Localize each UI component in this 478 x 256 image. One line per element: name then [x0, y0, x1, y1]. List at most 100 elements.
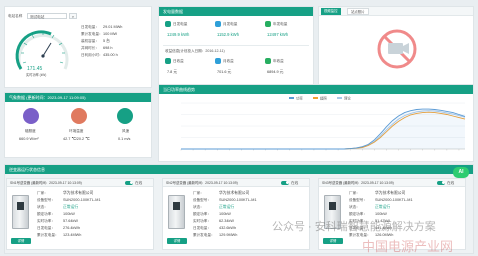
stat-label: 累计发电量： — [81, 32, 103, 36]
device-field-value: 华为技术有限公司 — [375, 191, 406, 195]
inverter-image — [12, 195, 29, 229]
divider — [163, 45, 309, 46]
status-toggle[interactable] — [281, 180, 289, 185]
device-field-label: 厂家： — [37, 191, 48, 195]
device-field-label: 实时功率： — [193, 219, 211, 223]
tab-photos[interactable]: 站点照片 — [347, 8, 369, 15]
device-card: SN2号逆变器 (最新时间：2023-09-17 10:13:09) 在线厂家： 华… — [162, 178, 310, 250]
device-field-value: SUN2000-100KTL-M1 — [63, 198, 101, 202]
wind-icon — [117, 108, 133, 124]
device-card: SN1号逆变器 (最新时间：2023-09-17 10:13:09) 在线 厂家： 华… — [6, 178, 154, 250]
env-label: 辐照度 — [25, 129, 36, 133]
env-label: 环境温度 — [69, 129, 84, 133]
env-label: 风速 — [122, 129, 130, 133]
legend-label: 功率 — [296, 95, 303, 100]
device-field-label: 日发电量： — [193, 226, 211, 230]
device-field-label: 设备型号： — [37, 198, 55, 202]
tile-label: 年发电量 — [273, 22, 288, 26]
status-label: 在线 — [291, 180, 299, 185]
device-field-label: 设备型号： — [349, 198, 367, 202]
ai-badge[interactable]: AI — [453, 167, 469, 178]
tile-label: 日发电量 — [173, 22, 188, 26]
calendar-day-icon — [165, 21, 171, 27]
status-toggle[interactable] — [437, 180, 445, 185]
device-field-label: 状态： — [349, 205, 360, 209]
power-chart-title: 当日功率曲线趋势 — [159, 85, 473, 94]
device-field-value: 正常运行 — [63, 205, 79, 209]
device-field-label: 设备型号： — [193, 198, 211, 202]
irradiance-icon — [23, 108, 39, 124]
details-button[interactable]: 详情 — [11, 238, 31, 244]
stat-label: 日利用小时： — [81, 53, 103, 57]
legend-label: 辐照 — [320, 95, 327, 100]
thermometer-icon — [71, 108, 87, 124]
station-select[interactable]: 测试电站 — [27, 13, 67, 19]
details-button[interactable]: 详情 — [167, 238, 187, 244]
device-field-label: 额定功率： — [193, 212, 211, 216]
device-field-label: 厂家： — [349, 191, 360, 195]
device-title: SN2号逆变器 (最新时间：2023-09-17 10:13:09) — [166, 181, 238, 185]
device-field-value: 57.64kW — [63, 219, 78, 223]
device-field-value: 129.9MWh — [219, 233, 238, 237]
device-field-label: 状态： — [37, 205, 48, 209]
tile-value: 1249.9 kWh — [167, 32, 190, 37]
tile-value: 1152.9 kWh — [217, 32, 240, 37]
status-toggle[interactable] — [125, 180, 133, 185]
device-field-value: 62.34kW — [219, 219, 234, 223]
device-field-value: SUN2000-100KTL-M1 — [219, 198, 257, 202]
device-field-label: 额定功率： — [37, 212, 55, 216]
legend-swatch — [313, 97, 318, 99]
device-field-value: 正常运行 — [375, 205, 391, 209]
tile-label: 月收益 — [223, 59, 234, 63]
device-field-label: 厂家： — [193, 191, 204, 195]
series-area — [181, 109, 465, 149]
power-chart-panel: 当日功率曲线趋势 功率 辐照 理论 — [158, 84, 474, 162]
device-field-value: 华为技术有限公司 — [219, 191, 250, 195]
media-panel: 视频监控 站点照片 — [318, 6, 474, 88]
device-field-label: 累计发电量： — [37, 233, 59, 237]
wechat-watermark: 公众号 · 安科瑞智慧能源解决方案 — [272, 221, 436, 233]
device-title: SN3号逆变器 (最新时间：2023-09-17 10:13:09) — [322, 181, 394, 185]
revenue-info-label: 收益信息 — [165, 49, 180, 53]
stat-value: 435.00 h — [103, 53, 118, 57]
env-value: 0.1 m/s — [118, 137, 131, 141]
environment-title: 气象数据 (更新时间：2023-09-17 11:09:05) — [5, 93, 151, 102]
calendar-month-icon — [215, 21, 221, 27]
stat-value: 29.01 MWh — [103, 25, 123, 29]
station-panel: 电站名称 测试电站 ⌕ 171.45 实时功率 (kW) 日发电量： 29.01 … — [4, 6, 152, 88]
gauge-caption: 实时功率 (kW) — [26, 73, 47, 77]
power-curve-chart: 功率 辐照 理论 — [180, 95, 466, 151]
revenue-info-value: (计划投入日期：2016-12-11) — [179, 49, 225, 53]
generation-panel: 发电量数据 日发电量 1249.9 kWh 月发电量 1152.9 kWh 年发… — [158, 6, 314, 88]
tile-value: 12497 kWh — [267, 32, 289, 37]
env-value: 660.9 W/m² — [19, 137, 39, 141]
stat-value: 698 h — [103, 46, 113, 50]
calendar-year-icon — [265, 21, 271, 27]
coin-icon — [215, 58, 221, 64]
generation-title: 发电量数据 — [159, 7, 313, 16]
tab-video[interactable]: 视频监控 — [321, 8, 341, 15]
device-field-value: 432.6kWh — [219, 226, 237, 230]
stat-value: 100 MW — [103, 32, 118, 36]
stat-label: 并网时长： — [81, 46, 99, 50]
media-tabs: 视频监控 站点照片 — [319, 7, 473, 16]
station-name-label: 电站名称 — [8, 14, 23, 18]
stat-label: 装机容量： — [81, 39, 99, 43]
device-field-value: 100kW — [375, 212, 387, 216]
no-video-icon — [377, 29, 417, 69]
tile-value: 7.8 元 — [167, 70, 178, 74]
tile-value: 701.6 元 — [217, 70, 232, 74]
gauge-value: 171.45 — [27, 66, 43, 72]
environment-panel: 气象数据 (更新时间：2023-09-17 11:09:05) 辐照度 660.… — [4, 92, 152, 158]
inverter-image — [168, 195, 185, 229]
devices-title: 逆变器运行状态信息 — [5, 165, 473, 174]
details-button[interactable]: 详情 — [323, 238, 343, 244]
device-field-value: 正常运行 — [219, 205, 235, 209]
device-title: SN1号逆变器 (最新时间：2023-09-17 10:13:09) — [10, 181, 82, 185]
legend-swatch — [337, 97, 342, 99]
device-field-label: 额定功率： — [349, 212, 367, 216]
device-field-value: 276.4kWh — [63, 226, 81, 230]
env-value: 42.7 ℃/20.2 ℃ — [63, 137, 90, 141]
search-button[interactable]: ⌕ — [69, 13, 77, 19]
status-label: 在线 — [447, 180, 455, 185]
